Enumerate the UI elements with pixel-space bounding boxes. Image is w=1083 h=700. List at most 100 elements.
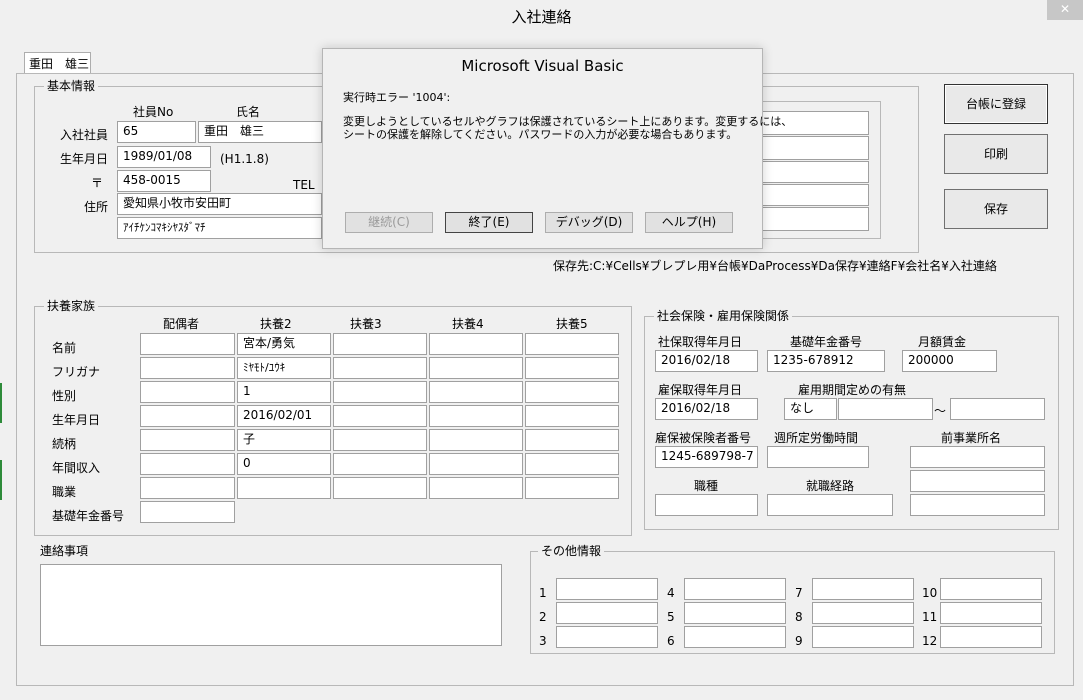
postal-field[interactable]: 458-0015 <box>117 170 211 192</box>
fuyou4-name-field[interactable] <box>429 333 523 355</box>
prev-office-field-2[interactable] <box>910 470 1045 492</box>
continue-button-label: 継続(C) <box>368 215 410 229</box>
fuyou3-job-field[interactable] <box>333 477 427 499</box>
fuyou5-birth-field[interactable] <box>525 405 619 427</box>
fuyou3-kana-field[interactable] <box>333 357 427 379</box>
fuyou4-gender-field[interactable] <box>429 381 523 403</box>
debug-button-label: デバッグ(D) <box>555 215 623 229</box>
route-field[interactable] <box>767 494 893 516</box>
fuyou2-birth-field[interactable]: 2016/02/01 <box>237 405 331 427</box>
end-button[interactable]: 終了(E) <box>445 212 533 233</box>
spouse-relation-field[interactable] <box>140 429 235 451</box>
print-button[interactable]: 印刷 <box>944 134 1048 174</box>
fuyou4-income-field[interactable] <box>429 453 523 475</box>
contact-field-2[interactable] <box>755 136 869 160</box>
address-field[interactable]: 愛知県小牧市安田町 <box>117 193 322 215</box>
spouse-job-field[interactable] <box>140 477 235 499</box>
contact-field-4[interactable] <box>755 184 869 206</box>
fuyou5-relation-field[interactable] <box>525 429 619 451</box>
job-field[interactable] <box>655 494 758 516</box>
other-num-10: 10 <box>922 586 938 600</box>
emp-date-field[interactable]: 2016/02/18 <box>655 398 758 420</box>
spouse-name-field[interactable] <box>140 333 235 355</box>
spouse-pension-field[interactable] <box>140 501 235 523</box>
other-field-7[interactable] <box>812 578 914 600</box>
prev-office-field-1[interactable] <box>910 446 1045 468</box>
term-field[interactable]: なし <box>784 398 837 420</box>
fuyou5-job-field[interactable] <box>525 477 619 499</box>
contact-field-5[interactable] <box>755 207 869 231</box>
address-kana-field[interactable]: ｱｲﾁｹﾝｺﾏｷｼﾔｽﾀﾞﾏﾁ <box>117 217 322 239</box>
fuyou2-income-field[interactable]: 0 <box>237 453 331 475</box>
social-date-field[interactable]: 2016/02/18 <box>655 350 758 372</box>
fuyou2-gender-field[interactable]: 1 <box>237 381 331 403</box>
other-field-8[interactable] <box>812 602 914 624</box>
prev-office-field-3[interactable] <box>910 494 1045 516</box>
fuyou5-kana-field[interactable] <box>525 357 619 379</box>
fuyou3-birth-field[interactable] <box>333 405 427 427</box>
other-field-11[interactable] <box>940 602 1042 624</box>
tab-label: 重田 雄三 <box>29 57 90 71</box>
term-to-field[interactable] <box>950 398 1045 420</box>
fuyou2-job-field[interactable] <box>237 477 331 499</box>
other-field-4[interactable] <box>684 578 786 600</box>
hours-field[interactable] <box>767 446 869 468</box>
debug-button[interactable]: デバッグ(D) <box>545 212 633 233</box>
employee-row-label: 入社社員 <box>60 128 109 142</box>
col-fuyou4-label: 扶養4 <box>452 317 484 331</box>
other-field-1[interactable] <box>556 578 658 600</box>
salary-field[interactable]: 200000 <box>902 350 997 372</box>
title-bar: 入社連絡 ✕ <box>0 0 1083 30</box>
fuyou3-relation-field[interactable] <box>333 429 427 451</box>
fuyou3-income-field[interactable] <box>333 453 427 475</box>
salary-label: 月額賃金 <box>918 335 967 349</box>
pension-field[interactable]: 1235-678912 <box>767 350 885 372</box>
fuyou3-name-field[interactable] <box>333 333 427 355</box>
row-income-label: 年間収入 <box>52 461 101 475</box>
fuyou4-job-field[interactable] <box>429 477 523 499</box>
other-field-6[interactable] <box>684 626 786 648</box>
hours-label: 週所定労働時間 <box>774 431 859 445</box>
spouse-kana-field[interactable] <box>140 357 235 379</box>
insured-field[interactable]: 1245-689798-7 <box>655 446 758 468</box>
register-button[interactable]: 台帳に登録 <box>944 84 1048 124</box>
fuyou3-gender-field[interactable] <box>333 381 427 403</box>
save-button[interactable]: 保存 <box>944 189 1048 229</box>
fuyou5-name-field[interactable] <box>525 333 619 355</box>
fuyou5-income-field[interactable] <box>525 453 619 475</box>
tab-employee[interactable]: 重田 雄三 <box>24 52 91 74</box>
spouse-income-field[interactable] <box>140 453 235 475</box>
spouse-birth-field[interactable] <box>140 405 235 427</box>
birth-field[interactable]: 1989/01/08 <box>117 146 211 168</box>
close-button[interactable]: ✕ <box>1047 0 1083 20</box>
route-label: 就職経路 <box>806 479 855 493</box>
spouse-gender-field[interactable] <box>140 381 235 403</box>
fuyou4-birth-field[interactable] <box>429 405 523 427</box>
other-field-12[interactable] <box>940 626 1042 648</box>
col-empno-label: 社員No <box>133 105 174 119</box>
other-field-10[interactable] <box>940 578 1042 600</box>
employee-name-field[interactable]: 重田 雄三 <box>198 121 322 143</box>
other-field-3[interactable] <box>556 626 658 648</box>
other-field-9[interactable] <box>812 626 914 648</box>
print-button-label: 印刷 <box>983 147 1008 161</box>
fuyou2-kana-field[interactable]: ﾐﾔﾓﾄ/ﾕｳｷ <box>237 357 331 379</box>
fuyou2-relation-field[interactable]: 子 <box>237 429 331 451</box>
other-num-3: 3 <box>539 634 547 648</box>
employee-no-field[interactable]: 65 <box>117 121 196 143</box>
help-button-label: ヘルプ(H) <box>661 215 717 229</box>
continue-button[interactable]: 継続(C) <box>345 212 433 233</box>
notes-textarea[interactable] <box>40 564 502 646</box>
other-field-5[interactable] <box>684 602 786 624</box>
save-path-text: 保存先:C:¥Cells¥ブレプレ用¥台帳¥DaProcess¥Da保存¥連絡F… <box>553 259 997 273</box>
fuyou4-kana-field[interactable] <box>429 357 523 379</box>
other-num-6: 6 <box>667 634 675 648</box>
contact-field-3[interactable] <box>755 161 869 183</box>
other-num-8: 8 <box>795 610 803 624</box>
fuyou4-relation-field[interactable] <box>429 429 523 451</box>
help-button[interactable]: ヘルプ(H) <box>645 212 733 233</box>
fuyou5-gender-field[interactable] <box>525 381 619 403</box>
fuyou2-name-field[interactable]: 宮本/勇気 <box>237 333 331 355</box>
other-field-2[interactable] <box>556 602 658 624</box>
term-from-field[interactable] <box>838 398 933 420</box>
